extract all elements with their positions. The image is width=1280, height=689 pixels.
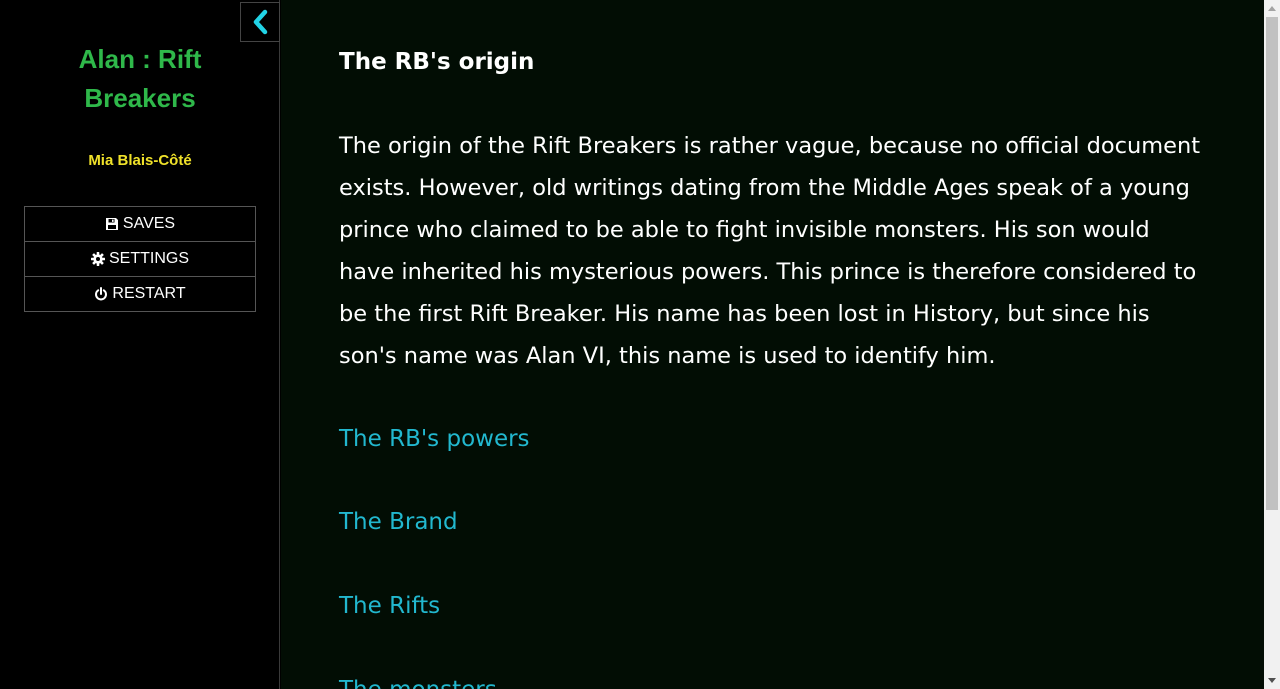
vertical-scrollbar[interactable] — [1264, 0, 1280, 689]
app-window: Alan : Rift Breakers Mia Blais-Côté SAVE… — [0, 0, 1280, 689]
restart-label: RESTART — [112, 285, 186, 302]
link-rb-powers[interactable]: The RB's powers — [339, 423, 530, 455]
saves-label: SAVES — [122, 215, 176, 232]
arrow-up-icon — [1268, 6, 1276, 11]
story-author: Mia Blais-Côté — [88, 152, 192, 169]
link-the-monsters[interactable]: The monsters — [339, 674, 497, 689]
power-icon — [95, 287, 108, 301]
passage-text: The origin of the Rift Breakers is rathe… — [339, 133, 1201, 369]
settings-label: SETTINGS — [108, 250, 189, 267]
scroll-down-button[interactable] — [1264, 672, 1280, 689]
floppy-disk-icon — [105, 218, 118, 230]
sidebar-toggle-button[interactable] — [240, 2, 280, 42]
passage-area: The RB's origin The origin of the Rift B… — [281, 0, 1264, 689]
arrow-down-icon — [1268, 678, 1276, 683]
sidebar: Alan : Rift Breakers Mia Blais-Côté SAVE… — [0, 0, 280, 689]
passage-heading: The RB's origin — [339, 49, 535, 75]
gear-icon — [90, 252, 105, 266]
link-the-brand[interactable]: The Brand — [339, 506, 458, 538]
saves-button[interactable]: SAVES — [25, 207, 255, 242]
settings-button[interactable]: SETTINGS — [25, 242, 255, 277]
chevron-left-icon — [253, 9, 268, 35]
story-title-line1: Alan : Rift — [78, 44, 202, 74]
link-the-rifts[interactable]: The Rifts — [339, 590, 440, 622]
scroll-up-button[interactable] — [1264, 0, 1280, 17]
story-title-line2: Breakers — [84, 83, 196, 113]
scrollbar-thumb[interactable] — [1266, 17, 1278, 510]
sidebar-menu: SAVES SETTINGS RESTART — [24, 206, 256, 312]
restart-button[interactable]: RESTART — [25, 277, 255, 311]
story-title: Alan : Rift Breakers — [0, 40, 280, 118]
